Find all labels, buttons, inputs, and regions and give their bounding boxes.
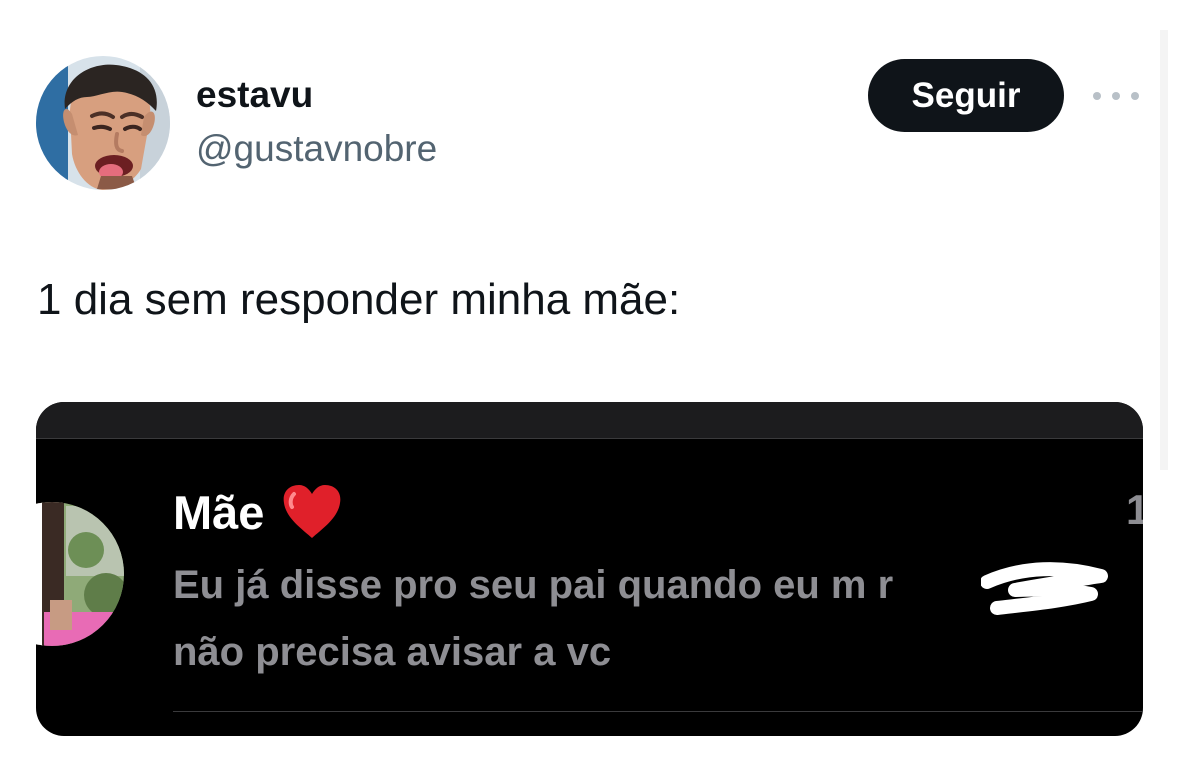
contact-name: Mãe [173,482,344,542]
heart-icon [280,482,344,542]
message-divider [173,711,1143,712]
author-avatar[interactable] [36,56,170,190]
tweet-text: 1 dia sem responder minha mãe: [37,275,681,324]
tweet-media-screenshot[interactable]: Mãe 1 Eu já disse pro seu pai quando eu … [36,402,1143,736]
redaction-scribble [980,560,1111,618]
author-handle[interactable]: @gustavnobre [196,128,437,170]
message-time-fragment: 1 [1126,486,1143,533]
message-line-2: não precisa avisar a vc [173,630,612,674]
media-top-bar [36,402,1143,439]
scrollbar-track[interactable] [1160,30,1168,470]
tweet-page: estavu @gustavnobre Seguir 1 dia sem res… [0,0,1179,784]
author-display-name[interactable]: estavu [196,74,313,116]
contact-avatar [36,470,124,678]
follow-button[interactable]: Seguir [868,59,1064,132]
more-horizontal-icon[interactable] [1093,88,1139,104]
contact-name-text: Mãe [173,485,265,539]
